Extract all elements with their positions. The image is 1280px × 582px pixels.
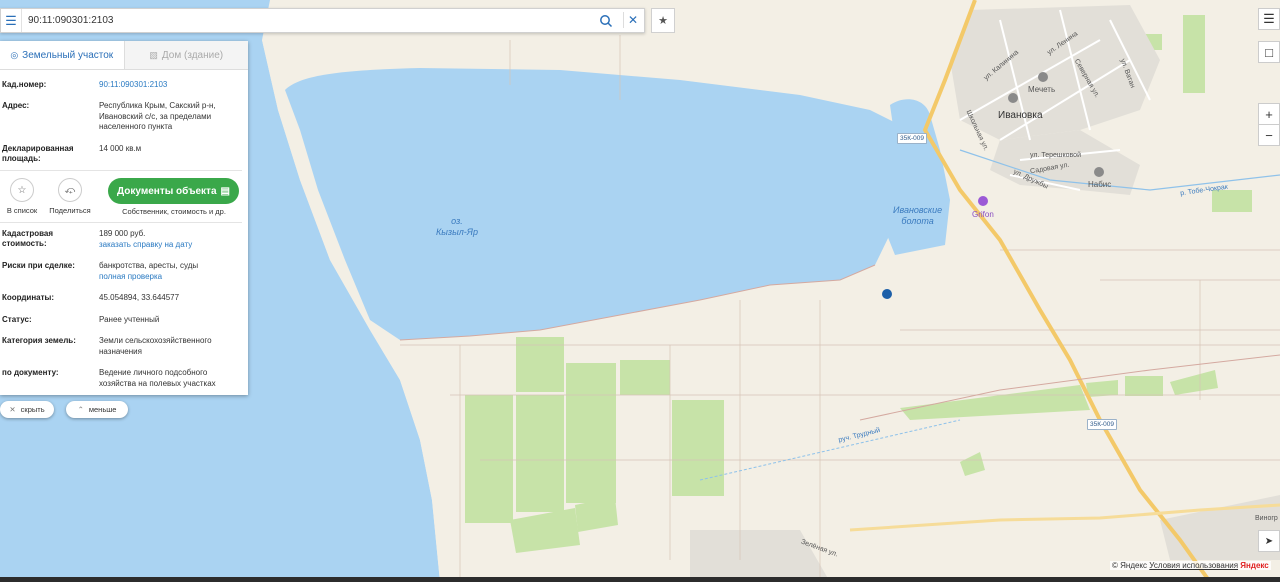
grifon-label: Grifon: [972, 210, 994, 219]
search-input[interactable]: [28, 13, 548, 27]
copyright-prefix: © Яндекс: [1112, 561, 1148, 570]
lake-label: оз. Кызыл-Яр: [436, 216, 478, 237]
field-label: по документу:: [2, 368, 59, 377]
swamp-label: Ивановские болота: [893, 205, 943, 226]
field-label: Риски при сделке:: [2, 261, 75, 270]
street-label: ул. Терешковой: [1030, 152, 1081, 159]
tab-label: Дом (здание): [161, 49, 224, 61]
field-label: Декларированная площадь:: [2, 144, 74, 163]
town-label: Ивановка: [998, 110, 1043, 121]
documents-button[interactable]: Документы объекта ▤: [108, 178, 239, 204]
road-badge: 35К-009: [897, 133, 928, 144]
mosque-label: Мечеть: [1028, 85, 1056, 94]
field-value: 189 000 руб. заказать справку на дату: [99, 229, 239, 250]
close-icon[interactable]: ✕: [623, 12, 640, 28]
documents-button-label: Документы объекта: [117, 185, 217, 197]
copyright: © Яндекс Условия использования Яндекс: [1110, 561, 1271, 570]
divider: [0, 170, 242, 171]
info-panel: ◎ Земельный участок ▧ Дом (здание) Кад.н…: [0, 41, 248, 395]
town-icon: [1008, 93, 1018, 103]
tab-label: Земельный участок: [22, 49, 114, 61]
shop-icon[interactable]: [1094, 167, 1104, 177]
building-icon: ▧: [149, 49, 158, 60]
less-button[interactable]: ⌃ меньше: [66, 401, 128, 418]
less-label: меньше: [88, 405, 117, 414]
field-value: банкротства, аресты, суды полная проверк…: [99, 261, 239, 282]
field-label: Кадастровая стоимость:: [2, 229, 54, 248]
yandex-logo: Яндекс: [1240, 561, 1269, 570]
cadastral-number-link[interactable]: 90:11:090301:2103: [99, 80, 239, 91]
search-icon[interactable]: [599, 14, 613, 28]
field-value: 14 000 кв.м: [99, 144, 142, 153]
land-plot-icon: ◎: [10, 49, 19, 60]
field-label: Кад.номер:: [2, 80, 47, 89]
taskbar-strip: [0, 577, 1280, 582]
cadastral-value: 189 000 руб.: [99, 229, 146, 238]
share-icon: ⤽: [58, 178, 82, 202]
field-label: Категория земель:: [2, 336, 76, 345]
layers-icon[interactable]: ☰: [1258, 8, 1280, 30]
field-value: Республика Крым, Сакский р-н, Ивановский…: [99, 101, 216, 131]
divider: [0, 222, 242, 223]
star-icon[interactable]: ★: [651, 8, 675, 33]
field-value: Ведение личного подсобного хозяйства на …: [99, 368, 216, 388]
nabis-label: Набис: [1088, 180, 1112, 189]
fuel-station-icon[interactable]: [978, 196, 988, 206]
documents-subtitle: Собственник, стоимость и др.: [122, 207, 226, 216]
locate-arrow-icon[interactable]: ➤: [1258, 530, 1280, 552]
add-to-list-button[interactable]: ☆ В список: [4, 178, 40, 215]
field-label: Координаты:: [2, 293, 55, 302]
road-badge: 35К-009: [1087, 419, 1118, 430]
share-button[interactable]: ⤽ Поделиться: [48, 178, 92, 215]
field-value: Земли сельскохозяйственного назначения: [99, 336, 212, 356]
star-outline-icon: ☆: [10, 178, 34, 202]
mosque-icon[interactable]: [1038, 72, 1048, 82]
zoom-out-button[interactable]: −: [1258, 124, 1280, 146]
terms-link[interactable]: Условия использования: [1149, 561, 1238, 570]
sidebar-toggle-icon[interactable]: □: [1258, 41, 1280, 63]
menu-icon[interactable]: ☰: [1, 9, 22, 32]
street-label: Виногр: [1255, 515, 1278, 522]
close-icon: ✕: [9, 405, 16, 414]
add-to-list-label: В список: [6, 206, 38, 215]
zoom-in-button[interactable]: +: [1258, 103, 1280, 125]
tab-land-plot[interactable]: ◎ Земельный участок: [0, 41, 124, 69]
parcel-location-marker[interactable]: [882, 289, 892, 299]
field-label: Статус:: [2, 315, 32, 324]
hide-label: скрыть: [20, 405, 45, 414]
full-check-link[interactable]: полная проверка: [99, 272, 239, 283]
hide-button[interactable]: ✕ скрыть: [0, 401, 54, 418]
field-value: 45.054894, 33.644577: [99, 293, 180, 302]
document-icon: ▤: [220, 185, 230, 197]
field-label: Адрес:: [2, 101, 30, 110]
chevron-up-icon: ⌃: [77, 405, 84, 414]
risks-value: банкротства, аресты, суды: [99, 261, 199, 270]
tab-building[interactable]: ▧ Дом (здание): [123, 41, 248, 69]
field-value: Ранее учтенный: [99, 315, 160, 324]
share-label: Поделиться: [49, 206, 91, 215]
order-certificate-link[interactable]: заказать справку на дату: [99, 240, 239, 251]
panel-tabs: ◎ Земельный участок ▧ Дом (здание): [0, 41, 248, 70]
search-bar: ☰ ✕: [0, 8, 645, 33]
